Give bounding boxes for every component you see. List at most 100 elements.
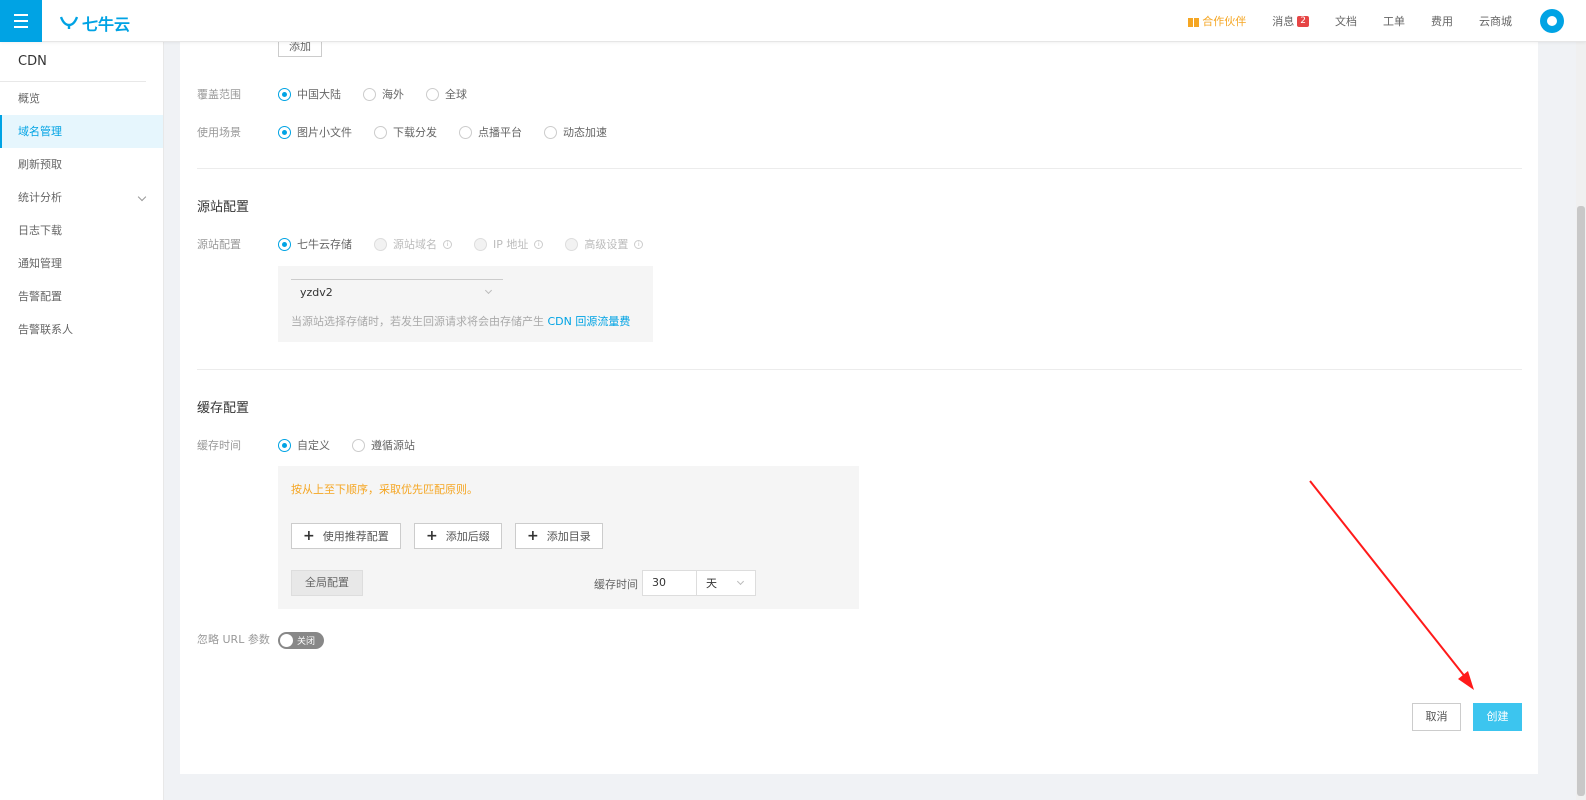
radio-icon (363, 87, 376, 101)
chevron-down-icon (484, 286, 493, 295)
cache-option-custom[interactable]: 自定义 (278, 437, 330, 453)
tickets-link[interactable]: 工单 (1383, 13, 1405, 29)
cache-rules-panel: 按从上至下顺序，采取优先匹配原则。 + 使用推荐配置 + 添加后缀 + 添加目录 全局… (278, 466, 859, 609)
origin-radio-group: 七牛云存储 源站域名 i IP 地址 i 高级设置 i (278, 236, 665, 252)
main-content: 添加 覆盖范围 中国大陆 海外 全球 使用场景 图片小文件 下载分发 点播平台 … (180, 38, 1538, 774)
global-config-button[interactable]: 全局配置 (291, 570, 363, 596)
scenario-option-dynamic[interactable]: 动态加速 (544, 124, 607, 140)
scrollbar-thumb[interactable] (1577, 206, 1585, 796)
partner-link[interactable]: 合作伙伴 (1188, 13, 1246, 29)
scrollbar[interactable] (1576, 42, 1586, 800)
origin-label: 源站配置 (197, 238, 241, 251)
menu-toggle-button[interactable] (0, 0, 42, 42)
origin-option-domain[interactable]: 源站域名 i (374, 236, 452, 252)
create-button[interactable]: 创建 (1473, 703, 1522, 731)
radio-icon (278, 125, 291, 139)
radio-icon (544, 125, 557, 139)
coverage-option-mainland[interactable]: 中国大陆 (278, 86, 341, 102)
coverage-option-global[interactable]: 全球 (426, 86, 467, 102)
sidebar-item-domains[interactable]: 域名管理 (0, 115, 163, 148)
bucket-select[interactable]: yzdv2 (291, 279, 503, 305)
hamburger-icon (14, 14, 28, 16)
origin-option-ip[interactable]: IP 地址 i (474, 236, 544, 252)
bucket-select-value: yzdv2 (300, 286, 333, 299)
qiniu-logo-icon (60, 16, 78, 29)
origin-note: 当源站选择存储时，若发生回源请求将会由存储产生 CDN 回源流量费 (291, 313, 630, 329)
cache-warning: 按从上至下顺序，采取优先匹配原则。 (291, 483, 478, 496)
scenario-radio-group: 图片小文件 下载分发 点播平台 动态加速 (278, 124, 629, 140)
origin-storage-panel: yzdv2 当源站选择存储时，若发生回源请求将会由存储产生 CDN 回源流量费 (278, 266, 653, 342)
radio-icon (278, 87, 291, 101)
cache-unit-value: 天 (706, 577, 717, 590)
info-icon: i (534, 239, 544, 249)
radio-icon (278, 438, 291, 452)
messages-label: 消息 (1272, 15, 1295, 28)
info-icon: i (634, 239, 644, 249)
origin-section-title: 源站配置 (197, 200, 250, 215)
radio-icon (474, 237, 487, 251)
sidebar-item-stats[interactable]: 统计分析 (0, 181, 163, 214)
logo-text: 七牛云 (82, 15, 131, 34)
cache-time-input[interactable]: 30 (642, 570, 697, 596)
cache-unit-select[interactable]: 天 (696, 570, 756, 596)
top-nav: 合作伙伴 消息 2 文档 工单 费用 云商城 (1188, 0, 1586, 42)
sidebar: CDN 概览 域名管理 刷新预取 统计分析 日志下载 通知管理 告警配置 告警联… (0, 42, 164, 800)
sidebar-item-logs[interactable]: 日志下载 (0, 214, 163, 247)
partner-label: 合作伙伴 (1202, 15, 1247, 28)
radio-icon (352, 438, 365, 452)
coverage-option-overseas[interactable]: 海外 (363, 86, 404, 102)
plus-icon: + (426, 528, 438, 544)
sidebar-menu: 概览 域名管理 刷新预取 统计分析 日志下载 通知管理 告警配置 告警联系人 (0, 82, 163, 346)
scenario-option-vod[interactable]: 点播平台 (459, 124, 522, 140)
origin-fee-link[interactable]: CDN 回源流量费 (548, 315, 631, 328)
origin-note-text: 当源站选择存储时，若发生回源请求将会由存储产生 (291, 315, 544, 328)
docs-link[interactable]: 文档 (1335, 13, 1357, 29)
add-suffix-button[interactable]: + 添加后缀 (414, 523, 502, 549)
coverage-label: 覆盖范围 (197, 88, 241, 101)
avatar[interactable] (1540, 9, 1564, 33)
cancel-button[interactable]: 取消 (1412, 703, 1461, 731)
info-icon: i (443, 239, 452, 249)
scenario-option-images[interactable]: 图片小文件 (278, 124, 352, 140)
scenario-option-download[interactable]: 下载分发 (374, 124, 437, 140)
logo[interactable]: 七牛云 (60, 11, 130, 35)
plus-icon: + (527, 528, 539, 544)
radio-icon (565, 237, 579, 251)
radio-icon (374, 125, 387, 139)
billing-link[interactable]: 费用 (1431, 13, 1453, 29)
ignore-params-toggle[interactable]: 关闭 (278, 632, 324, 649)
store-link[interactable]: 云商城 (1479, 13, 1512, 29)
plus-icon: + (303, 528, 315, 544)
global-cache-time-label: 缓存时间 (594, 578, 638, 591)
toggle-label: 关闭 (297, 637, 316, 647)
cache-time-label: 缓存时间 (197, 439, 241, 452)
sidebar-item-alert-contacts[interactable]: 告警联系人 (0, 313, 163, 346)
radio-icon (426, 87, 439, 101)
sidebar-item-refresh[interactable]: 刷新预取 (0, 148, 163, 181)
sidebar-item-stats-label: 统计分析 (18, 191, 62, 204)
chevron-down-icon (137, 192, 147, 202)
cache-section-title: 缓存配置 (197, 401, 250, 416)
sidebar-item-alerts[interactable]: 告警配置 (0, 280, 163, 313)
ignore-params-label: 忽略 URL 参数 (197, 633, 270, 646)
origin-option-storage[interactable]: 七牛云存储 (278, 236, 352, 252)
coverage-radio-group: 中国大陆 海外 全球 (278, 86, 489, 102)
radio-icon (278, 237, 291, 251)
use-recommended-button[interactable]: + 使用推荐配置 (291, 523, 401, 549)
gift-icon (1188, 15, 1200, 27)
chevron-down-icon (736, 577, 745, 586)
messages-link[interactable]: 消息 2 (1272, 13, 1309, 29)
scenario-label: 使用场景 (197, 126, 241, 139)
divider (197, 168, 1522, 169)
sidebar-item-notifications[interactable]: 通知管理 (0, 247, 163, 280)
messages-badge: 2 (1297, 15, 1309, 27)
divider (197, 369, 1522, 370)
sidebar-item-overview[interactable]: 概览 (0, 82, 163, 115)
radio-icon (459, 125, 472, 139)
top-bar: 七牛云 合作伙伴 消息 2 文档 工单 费用 云商城 (0, 0, 1586, 42)
add-directory-button[interactable]: + 添加目录 (515, 523, 603, 549)
cache-option-follow-origin[interactable]: 遵循源站 (352, 437, 415, 453)
origin-option-advanced[interactable]: 高级设置 i (565, 236, 644, 252)
cache-radio-group: 自定义 遵循源站 (278, 437, 437, 453)
radio-icon (374, 237, 387, 251)
